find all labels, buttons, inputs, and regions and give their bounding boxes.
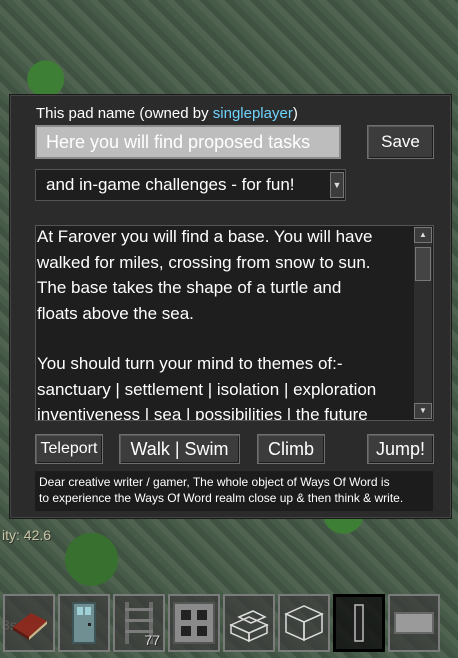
hotbar-slot-8[interactable] [388,594,440,652]
climb-button[interactable]: Climb [257,434,325,464]
text-line: sanctuary | settlement | isolation | exp… [37,379,377,399]
textarea-scrollbar[interactable]: ▲ ▼ [414,227,432,419]
scroll-down-icon[interactable]: ▼ [414,403,432,419]
text-line: At Farover you will find a base. You wil… [37,227,373,246]
save-button[interactable]: Save [367,125,434,159]
hotbar-slot-1[interactable] [3,594,55,652]
info-footer: Dear creative writer / gamer, The whole … [35,471,433,511]
door-icon [72,602,96,644]
text-line: You should turn your mind to themes of:- [37,354,343,373]
jump-button[interactable]: Jump! [367,434,434,464]
owner-label: This pad name (owned by singleplayer) [36,105,298,122]
dropdown-value: and in-game challenges - for fun! [46,175,295,194]
footer-line: to experience the Ways Of Word realm clo… [39,491,404,505]
hotbar-slot-2[interactable] [58,594,110,652]
book-icon [13,613,47,640]
owner-suffix: ) [292,105,298,122]
hotbar: 77 [3,594,458,658]
scroll-up-icon[interactable]: ▲ [414,227,432,243]
block-icon [173,602,215,644]
walk-swim-button[interactable]: Walk | Swim [119,434,240,464]
slot-count: 77 [144,632,160,648]
dropdown-arrow-icon[interactable]: ▼ [330,172,344,198]
hud-fragment: ity: 42.6 [2,527,52,543]
footer-line: Dear creative writer / gamer, The whole … [39,475,390,489]
task-dropdown[interactable]: and in-game challenges - for fun! ▼ [35,169,346,201]
glass-stairs-icon [229,610,269,643]
hotbar-slot-7[interactable] [333,594,385,652]
hotbar-slot-3[interactable]: 77 [113,594,165,652]
description-textarea[interactable]: At Farover you will find a base. You wil… [35,225,434,421]
text-line: The base takes the shape of a turtle and [37,278,342,297]
owner-prefix: This pad name (owned by [36,105,213,122]
text-line: inventiveness | sea | possibilities | th… [37,405,368,421]
hotbar-slot-5[interactable] [223,594,275,652]
owner-name: singleplayer [212,105,293,122]
sign-icon [354,604,364,642]
pad-name-input[interactable]: Here you will find proposed tasks [35,125,341,159]
glass-block-icon [284,605,324,642]
teleport-button[interactable]: Teleport [35,434,103,464]
stone-slab-icon [394,612,434,634]
hotbar-slot-4[interactable] [168,594,220,652]
text-line: floats above the sea. [37,303,194,323]
pad-dialog: This pad name (owned by singleplayer) He… [9,94,452,519]
scroll-thumb[interactable] [415,247,431,281]
text-line: walked for miles, crossing from snow to … [37,252,371,272]
hotbar-slot-6[interactable] [278,594,330,652]
